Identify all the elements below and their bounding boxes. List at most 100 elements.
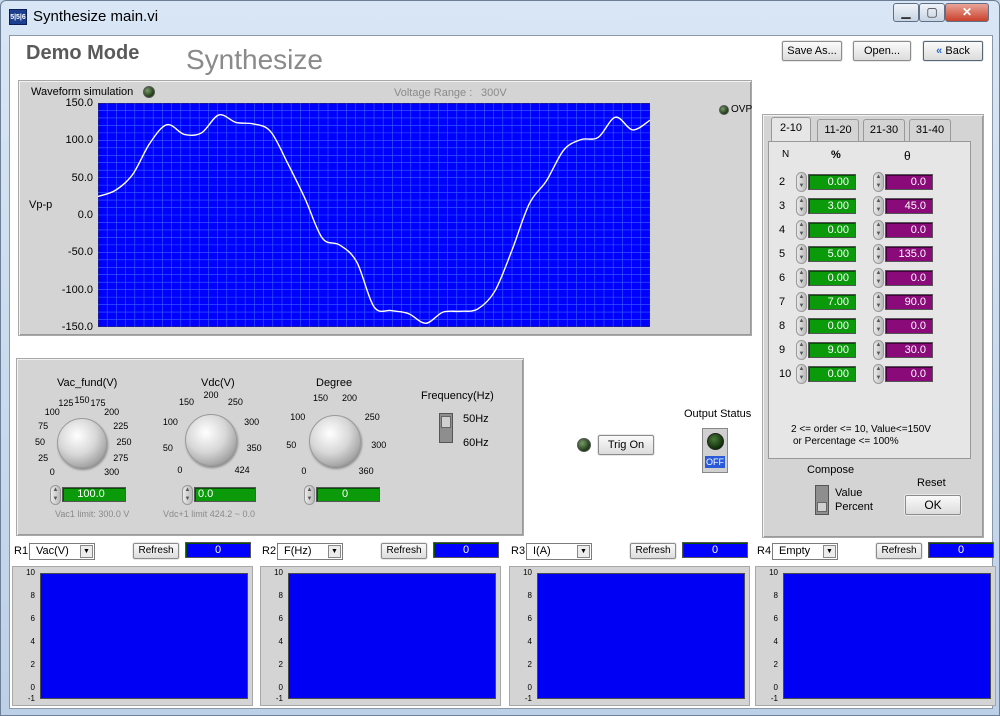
theta-stepper[interactable]: ▲ ▼ xyxy=(873,220,884,240)
degree-stepper[interactable]: ▲ ▼ xyxy=(304,485,315,505)
tab-31-40[interactable]: 31-40 xyxy=(909,119,951,141)
readout-select-r3[interactable]: I(A) ▼ xyxy=(526,543,592,560)
harmonic-pct-field[interactable]: 0.00 xyxy=(808,174,856,190)
chevron-down-icon[interactable]: ▼ xyxy=(577,545,590,558)
degree-knob[interactable] xyxy=(309,415,361,467)
harmonic-pct-field[interactable]: 3.00 xyxy=(808,198,856,214)
pct-stepper[interactable]: ▲ ▼ xyxy=(796,172,807,192)
frequency-switch[interactable] xyxy=(439,413,453,443)
vac-fund-tick: 225 xyxy=(113,420,129,431)
harmonic-theta-field[interactable]: 45.0 xyxy=(885,198,933,214)
harmonic-pct-field[interactable]: 7.00 xyxy=(808,294,856,310)
vdc-stepper[interactable]: ▲ ▼ xyxy=(182,485,193,505)
harmonics-panel: 2-10 11-20 21-30 31-40 N % θ 2 ▲ ▼ 0.00 ▲ ▼ 0.0 3 ▲… xyxy=(762,114,984,538)
compose-value-option[interactable]: Value xyxy=(835,487,862,499)
harmonic-theta-field[interactable]: 0.0 xyxy=(885,270,933,286)
controls-panel: Vac_fund(V) Vdc(V) Degree Frequency(Hz) … xyxy=(16,358,524,536)
pct-stepper[interactable]: ▲ ▼ xyxy=(796,340,807,360)
vdc-tick: 100 xyxy=(162,417,178,428)
pct-stepper[interactable]: ▲ ▼ xyxy=(796,196,807,216)
mini-graph-r4: 10 8 6 4 2 0 -1 xyxy=(755,566,996,706)
open-button[interactable]: Open... xyxy=(853,41,911,61)
close-button[interactable]: ✕ xyxy=(945,3,989,22)
vac-fund-stepper[interactable]: ▲ ▼ xyxy=(50,485,61,505)
maximize-button[interactable]: ▢ xyxy=(919,3,945,22)
readout-select-r4[interactable]: Empty ▼ xyxy=(772,543,838,560)
compose-switch[interactable] xyxy=(815,485,829,515)
vac-fund-knob[interactable] xyxy=(57,418,107,468)
harmonic-theta-field[interactable]: 0.0 xyxy=(885,318,933,334)
tab-2-10[interactable]: 2-10 xyxy=(771,117,811,141)
mini-y-tick: 4 xyxy=(773,636,778,646)
mini-y-tick: 6 xyxy=(30,613,35,623)
title-bar[interactable]: 5|5|6 Synthesize main.vi ▁ ▢ ✕ xyxy=(1,1,999,33)
chevron-down-icon[interactable]: ▼ xyxy=(823,545,836,558)
refresh-button-r1[interactable]: Refresh xyxy=(133,543,179,559)
select-value: F(Hz) xyxy=(284,545,312,557)
chevron-down-icon[interactable]: ▼ xyxy=(80,545,93,558)
harmonic-pct-field[interactable]: 0.00 xyxy=(808,366,856,382)
pct-stepper[interactable]: ▲ ▼ xyxy=(796,316,807,336)
pct-stepper[interactable]: ▲ ▼ xyxy=(796,220,807,240)
harmonic-theta-field[interactable]: 30.0 xyxy=(885,342,933,358)
refresh-button-r4[interactable]: Refresh xyxy=(876,543,922,559)
harmonic-theta-field[interactable]: 0.0 xyxy=(885,222,933,238)
trig-on-button[interactable]: Trig On xyxy=(598,435,654,455)
vdc-value[interactable]: 0.0 xyxy=(194,487,256,502)
mini-y-tick: 8 xyxy=(527,590,532,600)
harmonic-theta-field[interactable]: 0.0 xyxy=(885,174,933,190)
readout-select-r2[interactable]: F(Hz) ▼ xyxy=(277,543,343,560)
frequency-60-option[interactable]: 60Hz xyxy=(463,437,489,449)
tab-21-30[interactable]: 21-30 xyxy=(863,119,905,141)
frequency-label: Frequency(Hz) xyxy=(421,390,494,402)
back-button[interactable]: « Back xyxy=(923,41,983,61)
harmonic-pct-field[interactable]: 0.00 xyxy=(808,270,856,286)
harmonic-theta-field[interactable]: 135.0 xyxy=(885,246,933,262)
refresh-button-r2[interactable]: Refresh xyxy=(381,543,427,559)
tab-11-20[interactable]: 11-20 xyxy=(817,119,859,141)
harmonic-pct-field[interactable]: 0.00 xyxy=(808,222,856,238)
main-panel: Demo Mode Synthesize Save As... Open... … xyxy=(9,35,996,709)
theta-stepper[interactable]: ▲ ▼ xyxy=(873,292,884,312)
theta-stepper[interactable]: ▲ ▼ xyxy=(873,196,884,216)
theta-stepper[interactable]: ▲ ▼ xyxy=(873,172,884,192)
mini-y-tick: 0 xyxy=(30,682,35,692)
harmonic-order: 4 xyxy=(779,224,786,236)
harmonic-pct-field[interactable]: 9.00 xyxy=(808,342,856,358)
readout-id: R3 xyxy=(511,545,526,557)
compose-percent-option[interactable]: Percent xyxy=(835,501,873,513)
theta-stepper[interactable]: ▲ ▼ xyxy=(873,268,884,288)
save-as-button[interactable]: Save As... xyxy=(782,41,842,61)
harmonic-order: 8 xyxy=(779,320,786,332)
page-title: Synthesize xyxy=(186,44,323,75)
vac-fund-tick: 200 xyxy=(104,407,120,418)
refresh-button-r3[interactable]: Refresh xyxy=(630,543,676,559)
harmonic-pct-field[interactable]: 0.00 xyxy=(808,318,856,334)
degree-label: Degree xyxy=(316,377,353,389)
theta-stepper[interactable]: ▲ ▼ xyxy=(873,364,884,384)
reset-label: Reset xyxy=(917,477,946,489)
minimize-button[interactable]: ▁ xyxy=(893,3,919,22)
vac-fund-tick: 75 xyxy=(38,420,49,431)
back-label: Back xyxy=(945,45,970,57)
readout-id: R2 xyxy=(262,545,277,557)
harmonic-order: 3 xyxy=(779,200,786,212)
harmonic-theta-field[interactable]: 90.0 xyxy=(885,294,933,310)
pct-stepper[interactable]: ▲ ▼ xyxy=(796,292,807,312)
vdc-knob[interactable] xyxy=(185,414,237,466)
theta-stepper[interactable]: ▲ ▼ xyxy=(873,316,884,336)
theta-stepper[interactable]: ▲ ▼ xyxy=(873,244,884,264)
pct-stepper[interactable]: ▲ ▼ xyxy=(796,244,807,264)
reset-ok-button[interactable]: OK xyxy=(905,495,961,515)
degree-value[interactable]: 0 xyxy=(316,487,380,502)
harmonic-pct-field[interactable]: 5.00 xyxy=(808,246,856,262)
harmonic-theta-field[interactable]: 0.0 xyxy=(885,366,933,382)
pct-stepper[interactable]: ▲ ▼ xyxy=(796,268,807,288)
vac-fund-value[interactable]: 100.0 xyxy=(62,487,126,502)
readout-select-r1[interactable]: Vac(V) ▼ xyxy=(29,543,95,560)
theta-stepper[interactable]: ▲ ▼ xyxy=(873,340,884,360)
chevron-down-icon[interactable]: ▼ xyxy=(328,545,341,558)
frequency-50-option[interactable]: 50Hz xyxy=(463,413,489,425)
pct-stepper[interactable]: ▲ ▼ xyxy=(796,364,807,384)
output-status-switch[interactable]: OFF xyxy=(702,428,728,473)
